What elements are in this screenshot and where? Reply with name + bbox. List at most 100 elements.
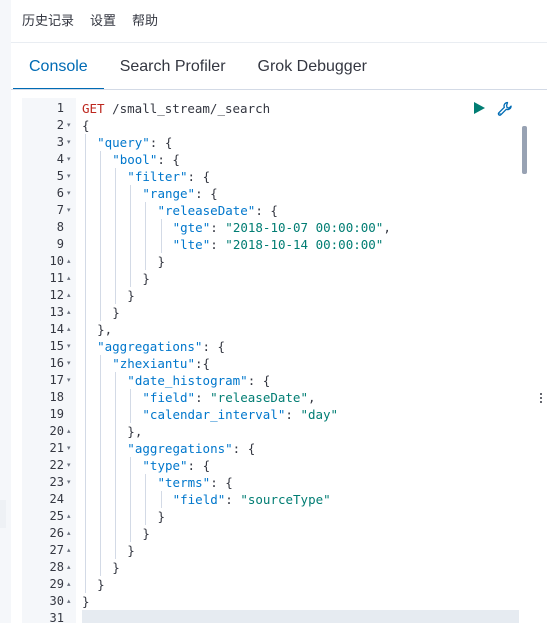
fold-collapse-icon[interactable]: ▾	[67, 168, 71, 185]
code-line[interactable]: {	[82, 117, 90, 134]
sidebar-notch	[0, 500, 6, 528]
gutter-row: 13 ▴	[22, 304, 76, 321]
indent-guide	[160, 219, 162, 253]
code-line[interactable]: }	[127, 542, 135, 559]
indent-guide	[100, 151, 102, 321]
fold-collapse-icon[interactable]: ▾	[67, 474, 71, 491]
code-line[interactable]: }	[158, 508, 166, 525]
menu-divider	[11, 42, 547, 43]
code-line[interactable]: }	[142, 525, 150, 542]
fold-expand-icon[interactable]: ▴	[67, 321, 71, 338]
fold-expand-icon[interactable]: ▴	[67, 576, 71, 593]
line-number: 26	[49, 526, 64, 540]
fold-collapse-icon[interactable]: ▾	[67, 117, 71, 134]
code-line[interactable]: }	[112, 559, 120, 576]
fold-expand-icon[interactable]: ▴	[67, 525, 71, 542]
editor-scrollbar[interactable]	[522, 126, 527, 174]
code-token: : {	[255, 203, 278, 218]
code-line[interactable]: "field": "releaseDate",	[142, 389, 315, 406]
wrench-icon[interactable]	[496, 100, 514, 118]
line-number: 29	[49, 577, 64, 591]
code-line[interactable]: }	[112, 304, 120, 321]
code-area[interactable]: GET /small_stream/_search{ "query": {"boo…	[82, 98, 519, 623]
menu-help[interactable]: 帮助	[132, 10, 158, 30]
fold-expand-icon[interactable]: ▴	[67, 304, 71, 321]
line-number: 27	[49, 543, 64, 557]
fold-collapse-icon[interactable]: ▾	[67, 440, 71, 457]
indent-guide	[85, 134, 86, 593]
code-line[interactable]: "filter": {	[127, 168, 210, 185]
tab-bar: Console Search Profiler Grok Debugger	[13, 50, 383, 90]
fold-collapse-icon[interactable]: ▾	[67, 185, 71, 202]
code-line[interactable]: "zhexiantu":{	[112, 355, 210, 372]
code-line[interactable]: },	[127, 423, 142, 440]
fold-expand-icon[interactable]: ▴	[67, 287, 71, 304]
menu-settings[interactable]: 设置	[90, 10, 116, 30]
fold-collapse-icon[interactable]: ▾	[67, 355, 71, 372]
line-number: 31	[49, 611, 64, 623]
tab-console[interactable]: Console	[13, 50, 104, 90]
indent-guide	[115, 372, 117, 559]
code-token: "field"	[142, 390, 196, 405]
code-token: : {	[247, 373, 271, 388]
code-line[interactable]: "bool": {	[112, 151, 180, 168]
code-line[interactable]: "query": {	[97, 134, 172, 151]
tab-search-profiler[interactable]: Search Profiler	[104, 50, 242, 88]
line-number: 18	[49, 390, 64, 404]
code-line[interactable]: }	[97, 576, 105, 593]
code-token: "range"	[142, 186, 196, 201]
fold-collapse-icon[interactable]: ▾	[67, 202, 71, 219]
fold-expand-icon[interactable]: ▴	[67, 593, 71, 610]
code-line[interactable]: "type": {	[142, 457, 210, 474]
gutter-row: 8	[22, 219, 76, 236]
code-token: "2018-10-14 00:00:00"	[225, 237, 384, 252]
play-icon[interactable]	[471, 100, 487, 116]
fold-collapse-icon[interactable]: ▾	[67, 338, 71, 355]
fold-collapse-icon[interactable]: ▾	[67, 134, 71, 151]
code-line[interactable]: }	[158, 253, 166, 270]
code-line[interactable]: "field": "sourceType"	[173, 491, 331, 508]
gutter-row: 10 ▴	[22, 253, 76, 270]
code-line[interactable]: },	[97, 321, 112, 338]
menu-history[interactable]: 历史记录	[22, 10, 74, 30]
active-line-highlight	[82, 610, 519, 623]
code-line[interactable]: }	[82, 593, 90, 610]
code-token: "lte"	[172, 237, 211, 252]
code-line[interactable]: GET /small_stream/_search	[82, 100, 270, 117]
code-token: }	[82, 594, 90, 609]
panel-resize-handle[interactable]	[537, 392, 545, 406]
fold-expand-icon[interactable]: ▴	[67, 270, 71, 287]
code-line[interactable]: "terms": {	[158, 474, 233, 491]
code-line[interactable]: "gte": "2018-10-07 00:00:00",	[173, 219, 391, 236]
fold-expand-icon[interactable]: ▴	[67, 559, 71, 576]
gutter-row: 14 ▴	[22, 321, 76, 338]
code-line[interactable]: "lte": "2018-10-14 00:00:00"	[173, 236, 384, 253]
fold-collapse-icon[interactable]: ▾	[67, 372, 71, 389]
code-token: "date_histogram"	[127, 373, 248, 388]
code-token: }	[142, 271, 150, 286]
fold-expand-icon[interactable]: ▴	[67, 253, 71, 270]
code-line[interactable]: }	[127, 287, 135, 304]
line-number: 5	[56, 169, 64, 183]
fold-expand-icon[interactable]: ▴	[67, 423, 71, 440]
code-token: "filter"	[127, 169, 188, 184]
line-number: 30	[49, 594, 64, 608]
code-token: "zhexiantu"	[112, 356, 195, 371]
code-line[interactable]: "calendar_interval": "day"	[142, 406, 338, 423]
code-token: "releaseDate"	[157, 203, 256, 218]
code-line[interactable]: }	[142, 270, 150, 287]
gutter-row: 12 ▴	[22, 287, 76, 304]
code-token: : {	[210, 475, 233, 490]
code-line[interactable]: "releaseDate": {	[158, 202, 278, 219]
code-token: }	[112, 305, 120, 320]
code-line[interactable]: "range": {	[142, 185, 217, 202]
fold-collapse-icon[interactable]: ▾	[67, 457, 71, 474]
tab-grok-debugger[interactable]: Grok Debugger	[242, 50, 383, 88]
fold-expand-icon[interactable]: ▴	[67, 542, 71, 559]
code-line[interactable]: "aggregations": {	[97, 338, 225, 355]
fold-collapse-icon[interactable]: ▾	[67, 151, 71, 168]
code-line[interactable]: "aggregations": {	[127, 440, 255, 457]
fold-expand-icon[interactable]: ▴	[67, 508, 71, 525]
console-editor[interactable]: 1 2 ▾ 3 ▾ 4 ▾ 5 ▾ 6 ▾ 7 ▾ 8 9 10 ▴ 11 ▴ 12 ▴ 13 ▴ 14 ▴ 15 ▾ 16 ▾ 17 ▾ 1…	[22, 98, 519, 623]
code-line[interactable]: "date_histogram": {	[127, 372, 270, 389]
